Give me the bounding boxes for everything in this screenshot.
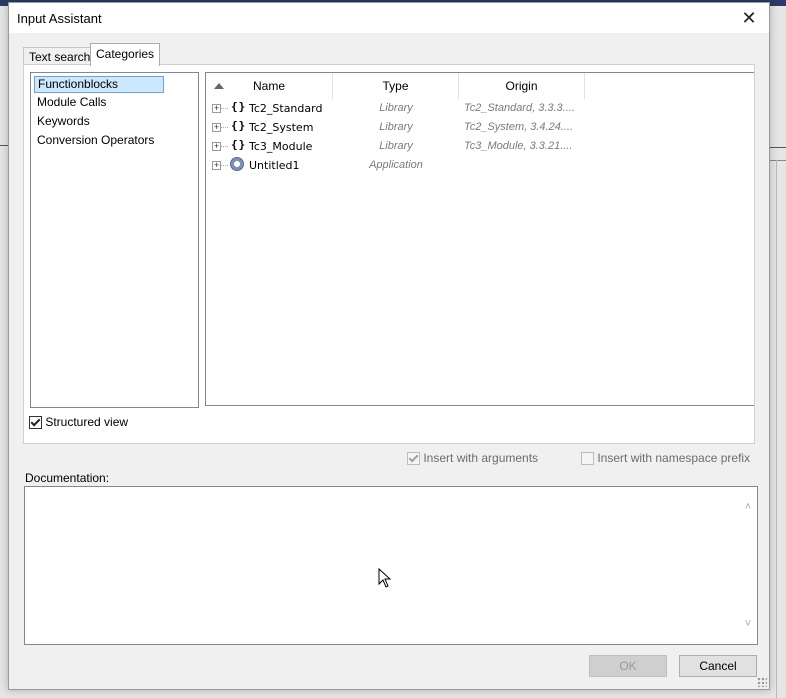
documentation-textarea[interactable]: ˄ ˅ [24,486,758,645]
row-type: Application [369,159,423,171]
resize-grip-icon[interactable] [757,677,767,687]
category-list[interactable]: Functionblocks Module Calls Keywords Con… [30,72,199,408]
row-type: Library [379,140,413,152]
tree-connector [221,146,228,147]
column-header-origin-label: Origin [505,79,538,93]
row-name: Tc2_System [249,121,314,134]
row-origin: Tc3_Module, 3.3.21.... [464,140,573,152]
insert-with-namespace-prefix-label: Insert with namespace prefix [597,451,751,465]
tree-header: Name Type Origin [206,73,754,99]
tree-connector [221,127,228,128]
category-item-functionblocks[interactable]: Functionblocks [34,76,164,93]
column-header-name[interactable]: Name [206,73,333,99]
row-origin: Tc2_Standard, 3.3.3.... [464,102,575,114]
column-header-origin[interactable]: Origin [459,73,585,99]
row-type: Library [379,102,413,114]
structured-view-checkbox[interactable] [29,416,42,430]
library-braces-icon: {} [231,119,247,132]
row-type: Library [379,121,413,133]
dialog-title: Input Assistant [17,11,102,26]
tree-row[interactable]: + {} Tc2_System Library Tc2_System, 3.4.… [206,118,754,137]
row-name: Untitled1 [249,159,300,172]
background-divider [768,160,786,161]
library-braces-icon: {} [231,100,247,113]
tree-row[interactable]: + Untitled1 Application [206,156,754,175]
structured-view-label: Structured view [45,415,129,429]
insert-with-arguments-option[interactable]: Insert with arguments [407,451,539,466]
tab-categories[interactable]: Categories [90,43,161,66]
column-header-type[interactable]: Type [333,73,459,99]
library-braces-icon: {} [231,138,247,151]
title-bar: Input Assistant ✕ [9,3,769,33]
column-header-name-label: Name [252,79,285,93]
ok-button[interactable]: OK [589,655,667,677]
mouse-cursor-icon [378,568,392,588]
category-item-module-calls[interactable]: Module Calls [34,94,109,111]
close-icon: ✕ [741,7,757,28]
insert-with-namespace-prefix-checkbox[interactable] [581,452,594,466]
sort-ascending-icon [214,83,224,89]
row-origin: Tc2_System, 3.4.24.... [464,121,574,133]
input-assistant-dialog: Input Assistant ✕ Text search Categories… [8,2,770,690]
background-divider [768,147,786,148]
insert-with-arguments-checkbox[interactable] [407,452,420,466]
tree-connector [221,165,228,166]
scroll-down-icon[interactable]: ˅ [743,618,753,630]
expand-icon[interactable]: + [212,104,221,113]
documentation-label: Documentation: [25,471,110,485]
cancel-button[interactable]: Cancel [679,655,757,677]
application-gear-icon [230,157,244,171]
insert-with-namespace-prefix-option[interactable]: Insert with namespace prefix [581,451,751,466]
categories-tab-panel: Functionblocks Module Calls Keywords Con… [23,64,755,444]
row-name: Tc2_Standard [249,102,323,115]
tree-row[interactable]: + {} Tc2_Standard Library Tc2_Standard, … [206,99,754,118]
category-item-conversion-operators[interactable]: Conversion Operators [34,132,157,149]
background-divider [776,160,777,698]
expand-icon[interactable]: + [212,123,221,132]
tree-connector [221,108,228,109]
row-name: Tc3_Module [249,140,313,153]
close-button[interactable]: ✕ [729,3,769,33]
expand-icon[interactable]: + [212,142,221,151]
structured-view-option[interactable]: Structured view [29,415,129,430]
category-item-keywords[interactable]: Keywords [34,113,93,130]
expand-icon[interactable]: + [212,161,221,170]
scroll-up-icon[interactable]: ˄ [743,501,753,513]
insert-with-arguments-label: Insert with arguments [423,451,539,465]
tree-row[interactable]: + {} Tc3_Module Library Tc3_Module, 3.3.… [206,137,754,156]
column-header-type-label: Type [382,79,409,93]
item-tree[interactable]: Name Type Origin + {} Tc2_Standard Libra… [205,72,754,406]
